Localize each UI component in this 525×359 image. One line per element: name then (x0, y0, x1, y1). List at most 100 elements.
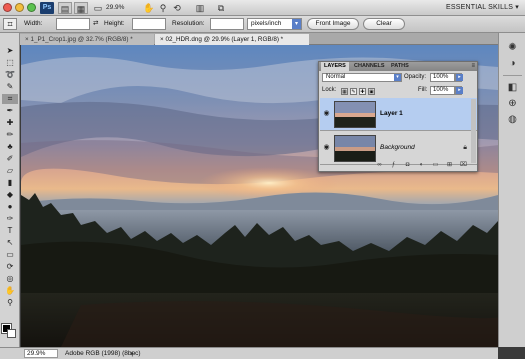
layers-panel-header: LAYERS CHANNELS PATHS ≡ (319, 62, 477, 71)
bridge-icon[interactable]: ▤ (58, 2, 72, 14)
resolution-input[interactable] (210, 18, 244, 30)
visibility-eye-icon[interactable]: ◉ (322, 143, 331, 153)
blend-mode-value: Normal (326, 74, 346, 80)
eraser-tool-icon[interactable]: ▱ (2, 166, 18, 176)
tab-close-icon[interactable]: × (25, 36, 29, 43)
zoom-tool-icon[interactable]: ⚲ (2, 298, 18, 308)
sparkle-icon[interactable]: ✺ (505, 41, 520, 54)
layer-row-layer-1[interactable]: ◉ Layer 1 (320, 98, 477, 131)
resolution-unit-select[interactable]: pixels/inch ▾ (247, 18, 302, 30)
lock-position-icon[interactable]: ✚ (359, 88, 366, 95)
document-profile-text: Adobe RGB (1998) (8bpc) (65, 350, 141, 357)
width-input[interactable] (56, 18, 90, 30)
healing-brush-tool-icon[interactable]: ✚ (2, 118, 18, 128)
workspace-label: ESSENTIAL SKILLS (445, 4, 514, 11)
3d-rotate-tool-icon[interactable]: ⟳ (2, 262, 18, 272)
dock-divider (503, 75, 522, 76)
lock-pixels-icon[interactable]: ✎ (350, 88, 357, 95)
workspace-switcher[interactable]: ESSENTIAL SKILLS ▾ (446, 3, 519, 13)
layers-panel-footer: ∞ ƒ ◘ ◐ ▭ ⊞ ⌧ (320, 162, 477, 170)
opacity-input[interactable]: 100% (430, 73, 455, 82)
channels-icon[interactable]: ⊕ (505, 97, 520, 110)
zoom-window-button[interactable] (27, 3, 36, 12)
options-bar: ⌗ Width: ⇄ Height: Resolution: pixels/in… (0, 16, 525, 33)
type-tool-icon[interactable]: T (2, 226, 18, 236)
hand-tool-icon[interactable]: ✋ (2, 286, 18, 296)
panel-menu-icon[interactable]: ≡ (471, 62, 475, 71)
resolution-label: Resolution: (172, 20, 205, 27)
link-icon[interactable]: ∞ (376, 162, 383, 169)
front-image-button[interactable]: Front Image (307, 18, 359, 30)
tools-panel: ➤ ⬚ ➰ ✎ ⌗ ✒ ✚ ✏ ♣ ✐ ▱ ▮ ◆ ● ✑ T ↖ ▭ ⟳ ◎ … (0, 33, 20, 347)
lock-transparent-icon[interactable]: ▦ (341, 88, 348, 95)
adjustments-icon[interactable]: ◑ (505, 57, 520, 70)
clone-stamp-tool-icon[interactable]: ♣ (2, 142, 18, 152)
app-zoom-field[interactable]: 29.9% (106, 3, 138, 13)
path-selection-tool-icon[interactable]: ↖ (2, 238, 18, 248)
height-label: Height: (104, 20, 125, 27)
group-icon[interactable]: ▭ (432, 162, 439, 169)
photoshop-window: Ps ▤ ▦ ▭ 29.9% ✋ ⚲ ⟲ ▥ ⧉ ESSENTIAL SKILL… (0, 0, 525, 359)
layer-row-background[interactable]: ◉ Background 🔒︎ (320, 132, 477, 165)
layer-thumbnail (334, 135, 376, 162)
zoom-icon[interactable]: ⚲ (157, 2, 169, 14)
mask-icon[interactable]: ◘ (404, 162, 411, 169)
crop-tool-preset-icon[interactable]: ⌗ (3, 18, 17, 30)
trash-icon[interactable]: ⌧ (460, 162, 467, 169)
fill-label: Fill: (418, 87, 428, 93)
history-brush-tool-icon[interactable]: ✐ (2, 154, 18, 164)
dodge-tool-icon[interactable]: ● (2, 202, 18, 212)
background-color-swatch[interactable] (7, 329, 16, 338)
tab-document-2[interactable]: × 02_HDR.dng @ 29.9% (Layer 1, RGB/8) * (155, 34, 309, 45)
tab-paths[interactable]: PATHS (388, 62, 412, 71)
screen-mode-icon[interactable]: ⧉ (214, 2, 228, 14)
status-zoom-field[interactable]: 29.9% (24, 349, 58, 358)
fx-icon[interactable]: ƒ (390, 162, 397, 169)
lasso-tool-icon[interactable]: ➰ (2, 70, 18, 80)
chevron-down-icon: ▾ (394, 74, 401, 81)
arrange-documents-icon[interactable]: ▥ (192, 2, 208, 14)
tab-close-icon[interactable]: × (160, 36, 164, 43)
shape-tool-icon[interactable]: ▭ (2, 250, 18, 260)
opacity-stepper[interactable]: ▸ (455, 73, 463, 82)
lock-all-icon[interactable]: ▣ (368, 88, 375, 95)
view-extras-icon[interactable]: ▭ (92, 2, 104, 14)
brush-tool-icon[interactable]: ✏ (2, 130, 18, 140)
clear-button[interactable]: Clear (363, 18, 405, 30)
marquee-tool-icon[interactable]: ⬚ (2, 58, 18, 68)
status-menu-arrow-icon[interactable]: ▸ (131, 350, 134, 358)
gradient-tool-icon[interactable]: ▮ (2, 178, 18, 188)
layers-scrollbar[interactable] (471, 99, 476, 163)
visibility-eye-icon[interactable]: ◉ (322, 109, 331, 119)
pen-tool-icon[interactable]: ✑ (2, 214, 18, 224)
document-tabs: × 1_P1_Crop1.jpg @ 32.7% (RGB/8) * × 02_… (20, 33, 498, 45)
new-layer-icon[interactable]: ⊞ (446, 162, 453, 169)
blur-tool-icon[interactable]: ◆ (2, 190, 18, 200)
width-label: Width: (24, 20, 43, 27)
layers-icon[interactable]: ◧ (505, 81, 520, 94)
height-input[interactable] (132, 18, 166, 30)
rotate-view-icon[interactable]: ⟲ (171, 2, 183, 14)
mini-bridge-icon[interactable]: ▦ (74, 2, 88, 14)
tab-layers[interactable]: LAYERS (321, 62, 349, 71)
tab-label: 1_P1_Crop1.jpg @ 32.7% (RGB/8) * (30, 36, 133, 43)
quick-selection-tool-icon[interactable]: ✎ (2, 82, 18, 92)
close-window-button[interactable] (3, 3, 12, 12)
paths-icon[interactable]: ◍ (505, 113, 520, 126)
panel-dock: ✺ ◑ ◧ ⊕ ◍ (498, 33, 525, 347)
crop-tool-icon[interactable]: ⌗ (2, 94, 18, 104)
photoshop-logo: Ps (40, 2, 54, 14)
eyedropper-tool-icon[interactable]: ✒ (2, 106, 18, 116)
opacity-label: Opacity: (404, 74, 427, 80)
adjustment-icon[interactable]: ◐ (418, 162, 425, 169)
minimize-window-button[interactable] (15, 3, 24, 12)
swap-icon[interactable]: ⇄ (93, 19, 98, 29)
move-tool-icon[interactable]: ➤ (2, 46, 18, 56)
tab-document-1[interactable]: × 1_P1_Crop1.jpg @ 32.7% (RGB/8) * (20, 34, 154, 45)
fill-stepper[interactable]: ▸ (455, 86, 463, 95)
3d-camera-tool-icon[interactable]: ◎ (2, 274, 18, 284)
fill-input[interactable]: 100% (430, 86, 455, 95)
blend-mode-select[interactable]: Normal ▾ (322, 73, 402, 82)
tab-channels[interactable]: CHANNELS (351, 62, 388, 71)
hand-icon[interactable]: ✋ (143, 2, 155, 14)
